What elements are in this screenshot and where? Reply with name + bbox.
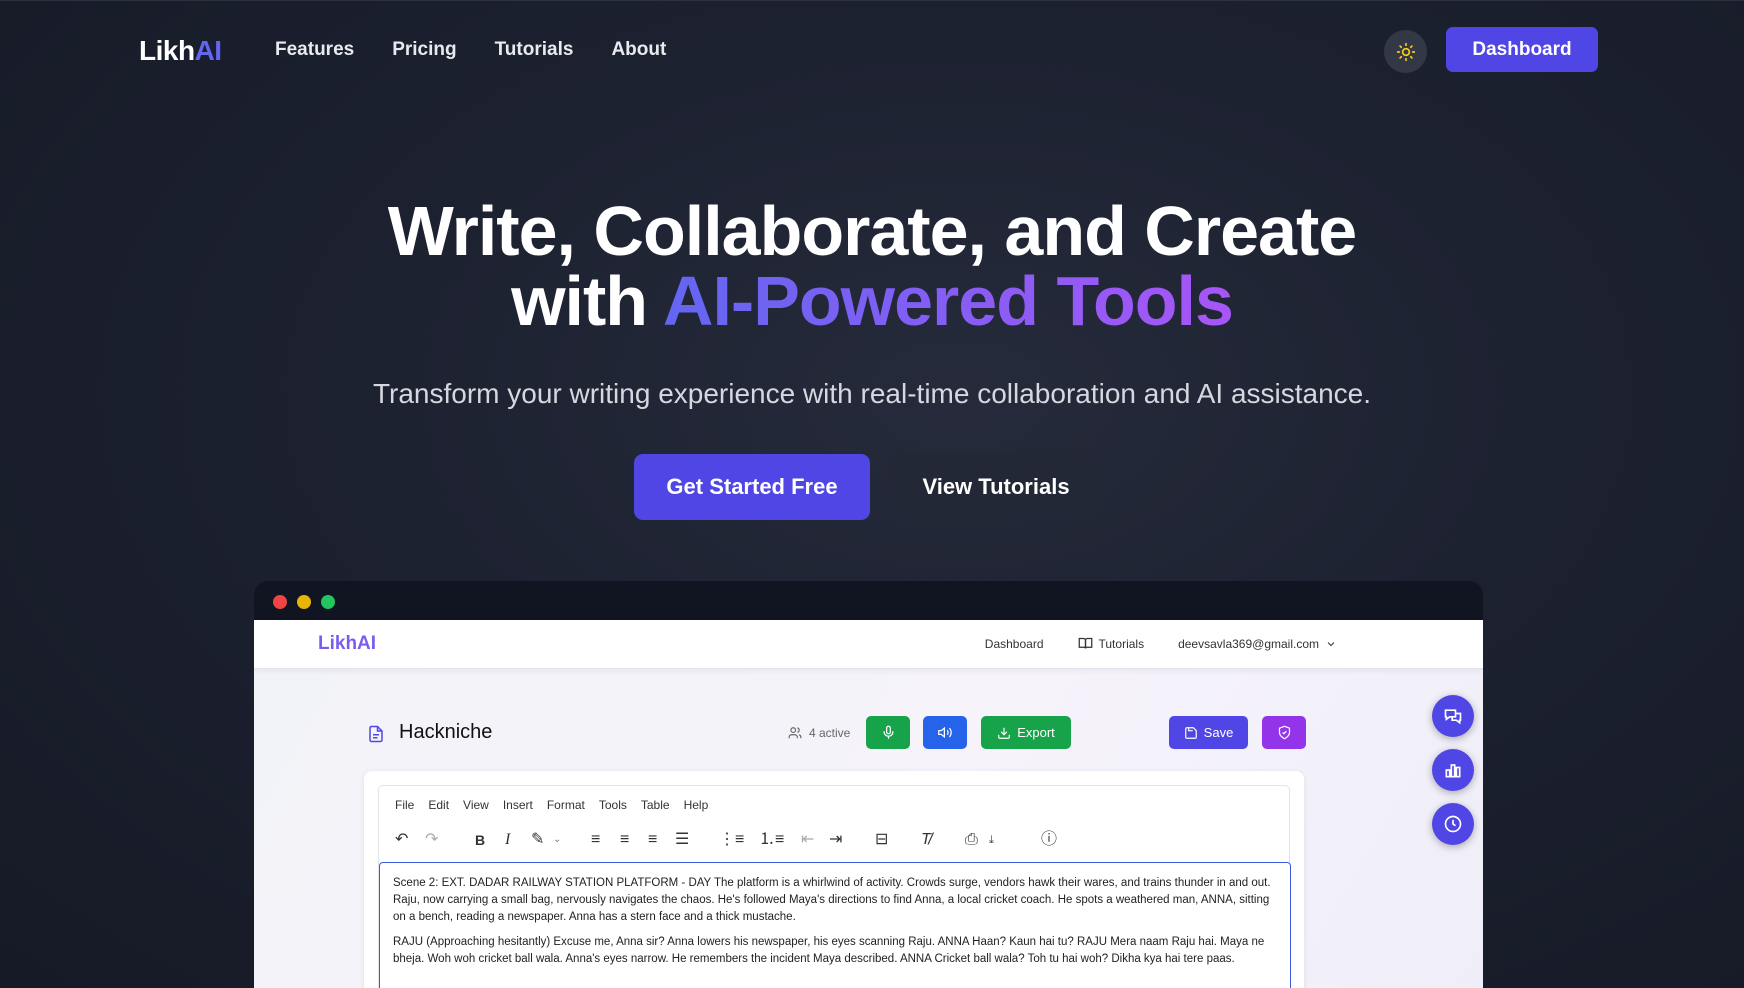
app-preview-content: LikhAI Dashboard Tutorials deevsavla369@… xyxy=(254,620,1483,988)
sun-icon xyxy=(1396,42,1415,61)
site-logo[interactable]: LikhAI xyxy=(139,35,222,67)
theme-toggle-button[interactable] xyxy=(1384,30,1427,73)
rich-text-editor: File Edit View Insert Format Tools Table… xyxy=(378,785,1291,988)
clear-formatting-icon[interactable]: T̸ xyxy=(921,829,931,851)
hero-subtitle: Transform your writing experience with r… xyxy=(372,378,1372,409)
editor-content-area[interactable]: Scene 2: EXT. DADAR RAILWAY STATION PLAT… xyxy=(379,862,1291,988)
app-nav: Dashboard Tutorials deevsavla369@gmail.c… xyxy=(985,636,1337,651)
chat-icon xyxy=(1444,709,1462,725)
user-email: deevsavla369@gmail.com xyxy=(1178,636,1319,651)
history-button[interactable] xyxy=(1432,803,1474,845)
app-header: LikhAI Dashboard Tutorials deevsavla369@… xyxy=(254,620,1483,669)
align-right-icon[interactable]: ≡ xyxy=(648,829,657,851)
bar-chart-icon xyxy=(1445,764,1461,778)
chevron-down-icon[interactable]: ⌄ xyxy=(553,829,561,851)
menu-view[interactable]: View xyxy=(463,798,489,812)
outdent-icon[interactable]: ⇤ xyxy=(801,829,814,851)
app-nav-dashboard[interactable]: Dashboard xyxy=(985,636,1044,651)
speaker-icon xyxy=(938,726,952,739)
hero-title-gradient: AI-Powered Tools xyxy=(662,262,1234,340)
voice-input-button[interactable] xyxy=(866,716,910,749)
app-preview-window: LikhAI Dashboard Tutorials deevsavla369@… xyxy=(254,581,1483,988)
users-icon xyxy=(788,727,802,739)
export-label: Export xyxy=(1017,725,1055,740)
nav-link-tutorials[interactable]: Tutorials xyxy=(495,39,574,61)
export-button[interactable]: Export xyxy=(981,716,1071,749)
highlight-icon[interactable]: ✎ xyxy=(531,829,544,851)
app-logo[interactable]: LikhAI xyxy=(318,633,376,655)
nav-link-pricing[interactable]: Pricing xyxy=(392,39,456,61)
bold-icon[interactable]: B xyxy=(475,829,485,851)
page-break-icon[interactable]: ⊟ xyxy=(875,829,888,851)
security-button[interactable] xyxy=(1262,716,1306,749)
italic-icon[interactable]: I xyxy=(505,829,510,851)
nav-link-about[interactable]: About xyxy=(611,39,666,61)
analytics-button[interactable] xyxy=(1432,749,1474,791)
indent-icon[interactable]: ⇥ xyxy=(829,829,842,851)
hero-title: Write, Collaborate, and Create with AI-P… xyxy=(0,196,1744,336)
get-started-button[interactable]: Get Started Free xyxy=(634,454,870,520)
align-justify-icon[interactable]: ☰ xyxy=(675,829,689,851)
hero-title-line2-plain: with xyxy=(511,262,648,340)
window-controls xyxy=(273,595,335,609)
shield-check-icon xyxy=(1278,725,1290,740)
bullet-list-icon[interactable]: ⋮≡ xyxy=(719,829,744,851)
align-left-icon[interactable]: ≡ xyxy=(591,829,600,851)
menu-help[interactable]: Help xyxy=(684,798,709,812)
print-icon[interactable]: ⎙ xyxy=(965,829,978,851)
window-maximize-dot xyxy=(321,595,335,609)
align-center-icon[interactable]: ≡ xyxy=(620,829,629,851)
save-button[interactable]: Save xyxy=(1169,716,1248,749)
window-close-dot xyxy=(273,595,287,609)
editor-toolbar: ↶ ↷ B I ✎ ⌄ ≡ ≡ ≡ ☰ ⋮≡ ⒈≡ ⇤ ⇥ ⊟ T̸ ⎙ ⤓ ⓘ xyxy=(395,829,1255,851)
undo-icon[interactable]: ↶ xyxy=(395,829,408,851)
app-nav-tutorials-label: Tutorials xyxy=(1098,636,1145,651)
editor-menu-bar: File Edit View Insert Format Tools Table… xyxy=(395,798,708,812)
document-title[interactable]: Hackniche xyxy=(399,721,492,744)
nav-links: Features Pricing Tutorials About xyxy=(275,39,666,61)
download-icon xyxy=(998,727,1011,739)
hero-title-line1: Write, Collaborate, and Create xyxy=(387,192,1357,270)
view-tutorials-button[interactable]: View Tutorials xyxy=(889,454,1103,520)
clock-icon xyxy=(1444,815,1462,833)
nav-link-features[interactable]: Features xyxy=(275,39,354,61)
menu-edit[interactable]: Edit xyxy=(428,798,449,812)
microphone-icon xyxy=(883,725,893,739)
menu-tools[interactable]: Tools xyxy=(599,798,627,812)
menu-insert[interactable]: Insert xyxy=(503,798,533,812)
menu-format[interactable]: Format xyxy=(547,798,585,812)
dashboard-button[interactable]: Dashboard xyxy=(1446,27,1598,72)
menu-table[interactable]: Table xyxy=(641,798,670,812)
top-navbar: LikhAI Features Pricing Tutorials About … xyxy=(0,0,1744,100)
help-icon[interactable]: ⓘ xyxy=(1041,829,1057,851)
active-users-indicator: 4 active xyxy=(787,726,850,740)
numbered-list-icon[interactable]: ⒈≡ xyxy=(759,829,784,851)
text-to-speech-button[interactable] xyxy=(923,716,967,749)
editor-card: File Edit View Insert Format Tools Table… xyxy=(364,771,1304,988)
pdf-icon[interactable]: ⤓ xyxy=(989,829,994,851)
redo-icon[interactable]: ↷ xyxy=(425,829,438,851)
window-minimize-dot xyxy=(297,595,311,609)
chat-button[interactable] xyxy=(1432,695,1474,737)
save-icon xyxy=(1184,726,1197,739)
content-paragraph: RAJU (Approaching hesitantly) Excuse me,… xyxy=(393,936,1265,965)
menu-file[interactable]: File xyxy=(395,798,414,812)
chevron-down-icon xyxy=(1327,641,1335,646)
app-nav-tutorials[interactable]: Tutorials xyxy=(1078,636,1145,651)
document-icon xyxy=(369,725,383,743)
save-label: Save xyxy=(1203,725,1234,740)
content-paragraph: Scene 2: EXT. DADAR RAILWAY STATION PLAT… xyxy=(393,877,1271,923)
user-menu[interactable]: deevsavla369@gmail.com xyxy=(1178,636,1337,651)
active-count: 4 active xyxy=(809,726,851,740)
book-icon xyxy=(1078,637,1092,649)
